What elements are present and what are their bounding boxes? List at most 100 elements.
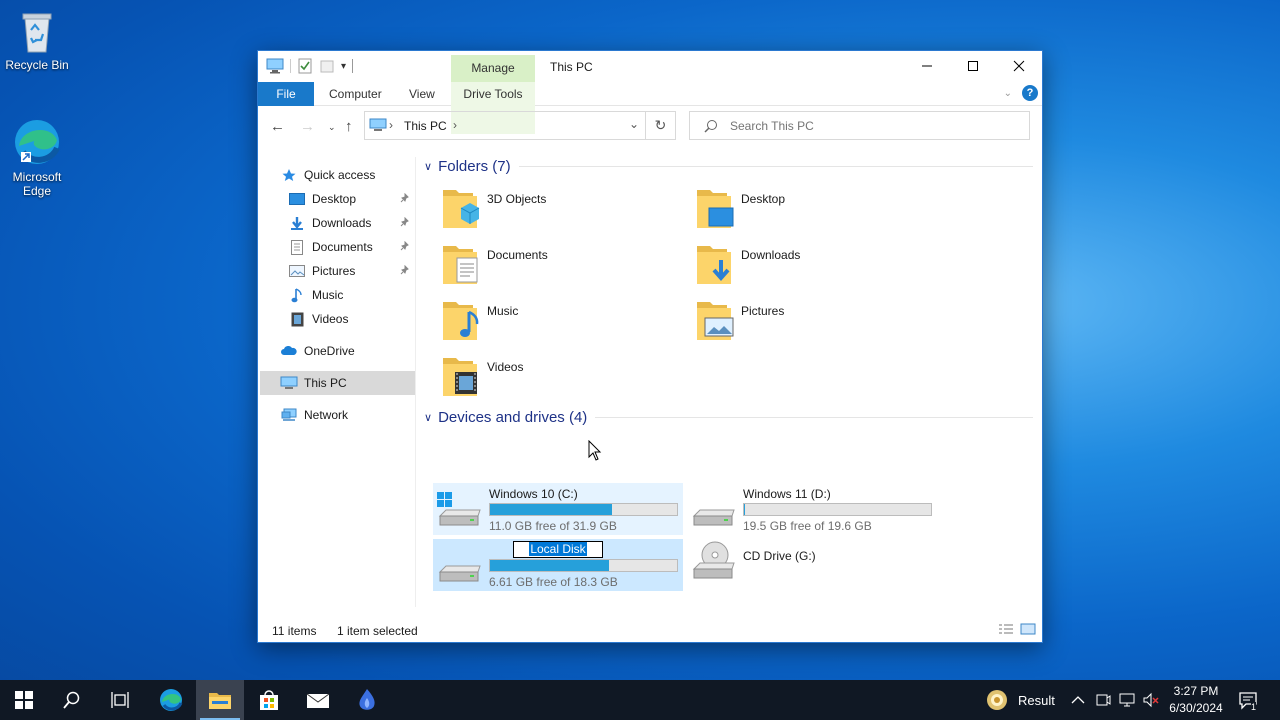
desktop-folder-icon — [697, 190, 734, 228]
picture-icon — [289, 265, 305, 277]
network-icon — [1119, 693, 1135, 707]
search-input[interactable] — [730, 116, 1010, 136]
tray-network[interactable] — [1118, 680, 1136, 720]
folder-pictures[interactable]: Pictures — [695, 298, 945, 350]
forward-icon[interactable]: → — [300, 118, 315, 135]
taskbar-clock[interactable]: 3:27 PM 6/30/2024 — [1160, 683, 1232, 717]
new-folder-icon[interactable] — [319, 58, 335, 74]
explorer-window: ▾ Manage This PC File Computer View Driv… — [257, 50, 1043, 643]
folder-desktop[interactable]: Desktop — [695, 186, 945, 238]
search-icon — [63, 691, 80, 709]
taskbar-mail[interactable] — [294, 680, 342, 720]
drive-c[interactable]: Windows 10 (C:) 11.0 GB free of 31.9 GB — [433, 483, 683, 535]
address-dropdown-icon[interactable]: ⌄ — [629, 117, 639, 131]
task-view-button[interactable] — [96, 680, 144, 720]
pin-icon[interactable] — [400, 217, 410, 227]
folder-music[interactable]: Music — [441, 298, 691, 350]
sidebar-item-videos[interactable]: Videos — [286, 307, 414, 331]
minimize-button[interactable] — [904, 51, 950, 81]
start-button[interactable] — [0, 680, 48, 720]
sidebar-item-this-pc[interactable]: This PC — [260, 371, 415, 395]
drive-d[interactable]: Windows 11 (D:) 19.5 GB free of 19.6 GB — [687, 483, 937, 535]
downloads-folder-icon — [697, 246, 731, 284]
up-icon[interactable]: ↑ — [345, 118, 353, 135]
group-divider — [595, 417, 1033, 418]
desktop-folder-icon — [289, 193, 305, 205]
pin-icon[interactable] — [400, 193, 410, 203]
status-bar: 11 items 1 item selected — [258, 619, 1042, 641]
details-view-icon[interactable] — [998, 623, 1014, 635]
pin-icon[interactable] — [400, 241, 410, 251]
desktop-icon-edge[interactable]: Microsoft Edge — [0, 116, 74, 198]
rename-input[interactable]: Local Disk — [513, 541, 603, 558]
pane-divider[interactable] — [415, 157, 416, 607]
collapse-chevron-icon[interactable]: ∨ — [424, 160, 432, 173]
sidebar-item-downloads[interactable]: Downloads — [286, 211, 414, 235]
recent-locations-icon[interactable]: ⌄ — [328, 122, 336, 133]
expand-ribbon-icon[interactable]: ⌄ — [1004, 88, 1012, 99]
desktop-icon-recycle-bin[interactable]: Recycle Bin — [0, 8, 74, 72]
pin-icon[interactable] — [400, 265, 410, 275]
folder-name: Documents — [487, 248, 548, 262]
help-icon[interactable]: ? — [1022, 85, 1038, 101]
sidebar-item-quick-access[interactable]: Quick access — [278, 163, 434, 187]
sidebar-item-onedrive[interactable]: OneDrive — [278, 339, 434, 363]
rename-selected-text[interactable]: Local Disk — [529, 542, 587, 556]
edge-label: Microsoft Edge — [12, 170, 62, 198]
address-bar[interactable]: › This PC › ⌄ ↻ — [364, 111, 676, 140]
drive-usage-bar — [489, 503, 678, 516]
drive-cd[interactable]: CD Drive (G:) — [687, 539, 937, 591]
breadcrumb-separator[interactable]: › — [453, 118, 457, 132]
edge-icon — [160, 689, 183, 711]
tab-file[interactable]: File — [258, 82, 314, 106]
group-header-folders[interactable]: ∨ Folders (7) — [421, 158, 1033, 175]
search-button[interactable] — [48, 680, 96, 720]
taskbar-file-explorer[interactable] — [196, 680, 244, 720]
taskbar-edge[interactable] — [147, 680, 195, 720]
sidebar-item-label: Network — [304, 408, 349, 422]
back-icon[interactable]: ← — [270, 118, 285, 135]
taskbar-store[interactable] — [245, 680, 293, 720]
star-icon — [282, 169, 296, 181]
documents-folder-icon — [443, 246, 478, 284]
folder-documents[interactable]: Documents — [441, 242, 691, 294]
hard-drive-icon — [692, 509, 735, 526]
sidebar-item-documents[interactable]: Documents — [286, 235, 414, 259]
tray-meet-now[interactable] — [1095, 680, 1111, 720]
drive-local-disk[interactable]: Local Disk 6.61 GB free of 18.3 GB — [433, 539, 683, 591]
app-flame-icon — [359, 689, 375, 710]
collapse-chevron-icon[interactable]: ∨ — [424, 411, 432, 424]
close-button[interactable] — [996, 51, 1042, 81]
manage-contextual-tab[interactable]: Manage — [451, 55, 535, 82]
tab-view[interactable]: View — [395, 82, 449, 106]
action-center-button[interactable]: 1 — [1238, 680, 1258, 720]
tray-result-item[interactable]: Result — [986, 680, 1055, 720]
sidebar-item-pictures[interactable]: Pictures — [286, 259, 414, 283]
maximize-button[interactable] — [950, 51, 996, 81]
show-hidden-icons-button[interactable] — [1071, 680, 1085, 720]
sidebar-item-label: Desktop — [312, 192, 357, 206]
search-box[interactable] — [689, 111, 1030, 140]
refresh-button[interactable]: ↻ — [645, 112, 675, 139]
group-header-drives[interactable]: ∨ Devices and drives (4) — [421, 409, 1033, 426]
properties-icon[interactable] — [297, 58, 313, 74]
folder-videos[interactable]: Videos — [441, 354, 691, 406]
3d-objects-folder-icon — [443, 190, 480, 228]
windows-logo-icon — [15, 691, 33, 709]
large-icons-view-icon[interactable] — [1020, 623, 1036, 635]
tab-computer[interactable]: Computer — [315, 82, 396, 106]
tray-volume[interactable] — [1142, 680, 1160, 720]
breadcrumb-this-pc[interactable]: This PC — [404, 119, 447, 133]
folder-downloads[interactable]: Downloads — [695, 242, 945, 294]
address-separator-icon[interactable]: › — [389, 118, 393, 132]
mouse-pointer-icon — [588, 440, 602, 461]
hard-drive-icon — [438, 565, 481, 582]
sidebar-item-network[interactable]: Network — [278, 403, 434, 427]
sidebar-item-music[interactable]: Music — [286, 283, 414, 307]
this-pc-icon — [280, 376, 298, 389]
taskbar-app[interactable] — [343, 680, 391, 720]
sidebar-item-desktop[interactable]: Desktop — [286, 187, 414, 211]
folder-3d-objects[interactable]: 3D Objects — [441, 186, 691, 238]
group-title: Devices and drives (4) — [438, 409, 588, 426]
qat-dropdown-icon[interactable]: ▾ — [341, 61, 346, 72]
